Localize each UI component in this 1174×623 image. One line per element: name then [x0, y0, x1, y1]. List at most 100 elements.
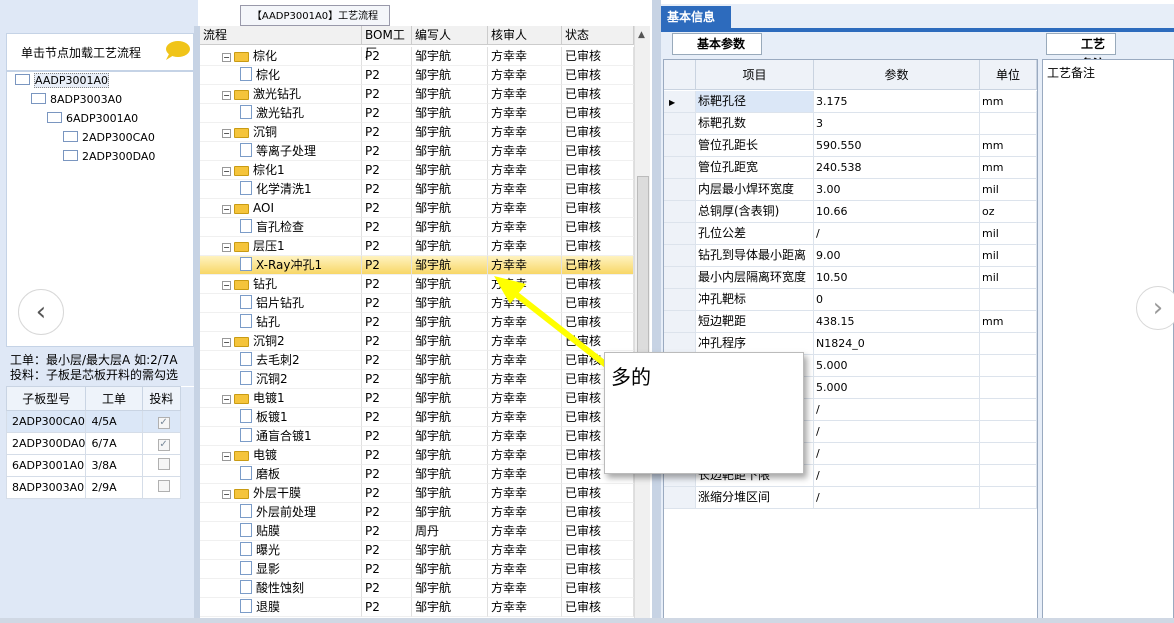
cell-status: 已审核 — [562, 218, 634, 237]
param-row[interactable]: 涨缩分堆区间 / — [664, 487, 1037, 509]
process-row[interactable]: 退膜 P2 邹宇航 方幸幸 已审核 — [200, 598, 634, 617]
step-name: 沉铜 — [253, 125, 278, 139]
row-indicator — [664, 157, 696, 179]
cell-value: 10.50 — [814, 267, 980, 289]
process-row[interactable]: − 沉铜 P2 邹宇航 方幸幸 已审核 — [200, 123, 634, 142]
collapse-icon[interactable]: − — [222, 281, 231, 290]
feed-checkbox[interactable] — [157, 480, 170, 492]
col-header-name[interactable]: 流程 — [200, 26, 362, 45]
tree-node[interactable]: 2ADP300CA0 — [63, 130, 155, 146]
subboard-row[interactable]: 2ADP300CA0 4/5A ✓ — [5, 410, 194, 433]
cell-writer: 邹宇航 — [412, 408, 488, 427]
process-scrollbar[interactable]: ▲ — [634, 26, 650, 623]
collapse-icon[interactable]: − — [222, 53, 231, 62]
process-row[interactable]: 磨板 P2 邹宇航 方幸幸 已审核 — [200, 465, 634, 484]
step-name: 棕化 — [253, 49, 278, 63]
process-row[interactable]: 化学清洗1 P2 邹宇航 方幸幸 已审核 — [200, 180, 634, 199]
process-row[interactable]: − 棕化 P2 邹宇航 方幸幸 已审核 — [200, 47, 634, 66]
param-row[interactable]: 最小内层隔离环宽度 10.50 mil — [664, 267, 1037, 289]
cell-writer: 邹宇航 — [412, 332, 488, 351]
corner-header[interactable] — [664, 60, 696, 90]
process-row[interactable]: − 棕化1 P2 邹宇航 方幸幸 已审核 — [200, 161, 634, 180]
process-row[interactable]: − 电镀 P2 邹宇航 方幸幸 已审核 — [200, 446, 634, 465]
cell-factory: P2 — [362, 85, 412, 104]
process-row[interactable]: − 电镀1 P2 邹宇航 方幸幸 已审核 — [200, 389, 634, 408]
tree-node[interactable]: 2ADP300DA0 — [63, 149, 155, 165]
param-row[interactable]: 总铜厚(含表铜) 10.66 oz — [664, 201, 1037, 223]
process-row[interactable]: 板镀1 P2 邹宇航 方幸幸 已审核 — [200, 408, 634, 427]
cell-reviewer: 方幸幸 — [488, 199, 562, 218]
tree-node[interactable]: AADP3001A0 — [15, 73, 109, 89]
cell-step: − 电镀1 — [200, 389, 362, 408]
cell-order: 4/5A — [85, 410, 143, 433]
process-row[interactable]: 盲孔检查 P2 邹宇航 方幸幸 已审核 — [200, 218, 634, 237]
collapse-icon[interactable]: − — [222, 452, 231, 461]
feed-checkbox[interactable] — [157, 458, 170, 470]
process-row[interactable]: − 激光钻孔 P2 邹宇航 方幸幸 已审核 — [200, 85, 634, 104]
feed-checkbox[interactable]: ✓ — [157, 438, 170, 451]
param-row[interactable]: ▶ 标靶孔径 3.175 mm — [664, 91, 1037, 113]
cell-item: 冲孔靶标 — [696, 289, 814, 311]
col-header-writer[interactable]: 编写人 — [412, 26, 488, 45]
process-row[interactable]: 曝光 P2 邹宇航 方幸幸 已审核 — [200, 541, 634, 560]
collapse-icon[interactable]: − — [222, 129, 231, 138]
param-row[interactable]: 钻孔到导体最小距离 9.00 mil — [664, 245, 1037, 267]
col-header-factory[interactable]: BOM工厂 — [362, 26, 412, 60]
process-row[interactable]: 激光钻孔 P2 邹宇航 方幸幸 已审核 — [200, 104, 634, 123]
collapse-icon[interactable]: − — [222, 338, 231, 347]
row-indicator — [664, 267, 696, 289]
process-row[interactable]: 显影 P2 邹宇航 方幸幸 已审核 — [200, 560, 634, 579]
step-name: 棕化1 — [253, 163, 285, 177]
collapse-icon[interactable]: − — [222, 395, 231, 404]
cell-reviewer: 方幸幸 — [488, 142, 562, 161]
process-row[interactable]: 贴膜 P2 周丹 方幸幸 已审核 — [200, 522, 634, 541]
process-row[interactable]: 等离子处理 P2 邹宇航 方幸幸 已审核 — [200, 142, 634, 161]
tab-process-memo[interactable]: 工艺备注 — [1046, 33, 1116, 71]
right-splitter[interactable] — [652, 0, 661, 623]
cell-factory: P2 — [362, 503, 412, 522]
process-row[interactable]: − 层压1 P2 邹宇航 方幸幸 已审核 — [200, 237, 634, 256]
collapse-icon[interactable]: − — [222, 490, 231, 499]
process-row[interactable]: − AOI P2 邹宇航 方幸幸 已审核 — [200, 199, 634, 218]
param-row[interactable]: 孔位公差 / mil — [664, 223, 1037, 245]
param-row[interactable]: 内层最小焊环宽度 3.00 mil — [664, 179, 1037, 201]
param-row[interactable]: 管位孔距宽 240.538 mm — [664, 157, 1037, 179]
cell-factory: P2 — [362, 579, 412, 598]
col-header-status[interactable]: 状态 — [562, 26, 634, 45]
param-row[interactable]: 冲孔靶标 0 — [664, 289, 1037, 311]
cell-step: 板镀1 — [200, 408, 362, 427]
scroll-up-icon[interactable]: ▲ — [638, 30, 645, 40]
subboard-row[interactable]: 6ADP3001A0 3/8A — [5, 454, 194, 477]
subboard-row[interactable]: 8ADP3003A0 2/9A — [5, 476, 194, 499]
process-row[interactable]: 外层前处理 P2 邹宇航 方幸幸 已审核 — [200, 503, 634, 522]
col-header-reviewer[interactable]: 核审人 — [488, 26, 562, 45]
col-header-value[interactable]: 参数 — [814, 60, 980, 90]
param-row[interactable]: 短边靶距 438.15 mm — [664, 311, 1037, 333]
process-row[interactable]: 通盲合镀1 P2 邹宇航 方幸幸 已审核 — [200, 427, 634, 446]
tab-basic-info[interactable]: 基本信息 — [661, 6, 731, 28]
collapse-icon[interactable]: − — [222, 243, 231, 252]
col-header-model: 子板型号 — [5, 386, 87, 411]
param-row[interactable]: 标靶孔数 3 — [664, 113, 1037, 135]
next-arrow-button[interactable]: › — [1136, 286, 1174, 330]
annotation-text: 多的 — [611, 365, 651, 389]
tab-basic-params[interactable]: 基本参数 — [672, 33, 762, 55]
collapse-icon[interactable]: − — [222, 91, 231, 100]
feed-checkbox[interactable]: ✓ — [157, 416, 170, 429]
col-header-item[interactable]: 项目 — [696, 60, 814, 90]
prev-arrow-button[interactable]: ‹ — [18, 289, 64, 335]
cell-status: 已审核 — [562, 161, 634, 180]
process-row[interactable]: 酸性蚀刻 P2 邹宇航 方幸幸 已审核 — [200, 579, 634, 598]
load-hint-panel: 单击节点加载工艺流程 — [6, 33, 194, 71]
cell-reviewer: 方幸幸 — [488, 408, 562, 427]
col-header-unit[interactable]: 单位 — [980, 60, 1037, 90]
tree-node[interactable]: 8ADP3003A0 — [31, 92, 122, 108]
collapse-icon[interactable]: − — [222, 205, 231, 214]
subboard-row[interactable]: 2ADP300DA0 6/7A ✓ — [5, 432, 194, 455]
param-row[interactable]: 管位孔距长 590.550 mm — [664, 135, 1037, 157]
tree-node[interactable]: 6ADP3001A0 — [47, 111, 138, 127]
folder-icon — [234, 394, 249, 404]
collapse-icon[interactable]: − — [222, 167, 231, 176]
process-row[interactable]: 棕化 P2 邹宇航 方幸幸 已审核 — [200, 66, 634, 85]
process-row[interactable]: − 外层干膜 P2 邹宇航 方幸幸 已审核 — [200, 484, 634, 503]
